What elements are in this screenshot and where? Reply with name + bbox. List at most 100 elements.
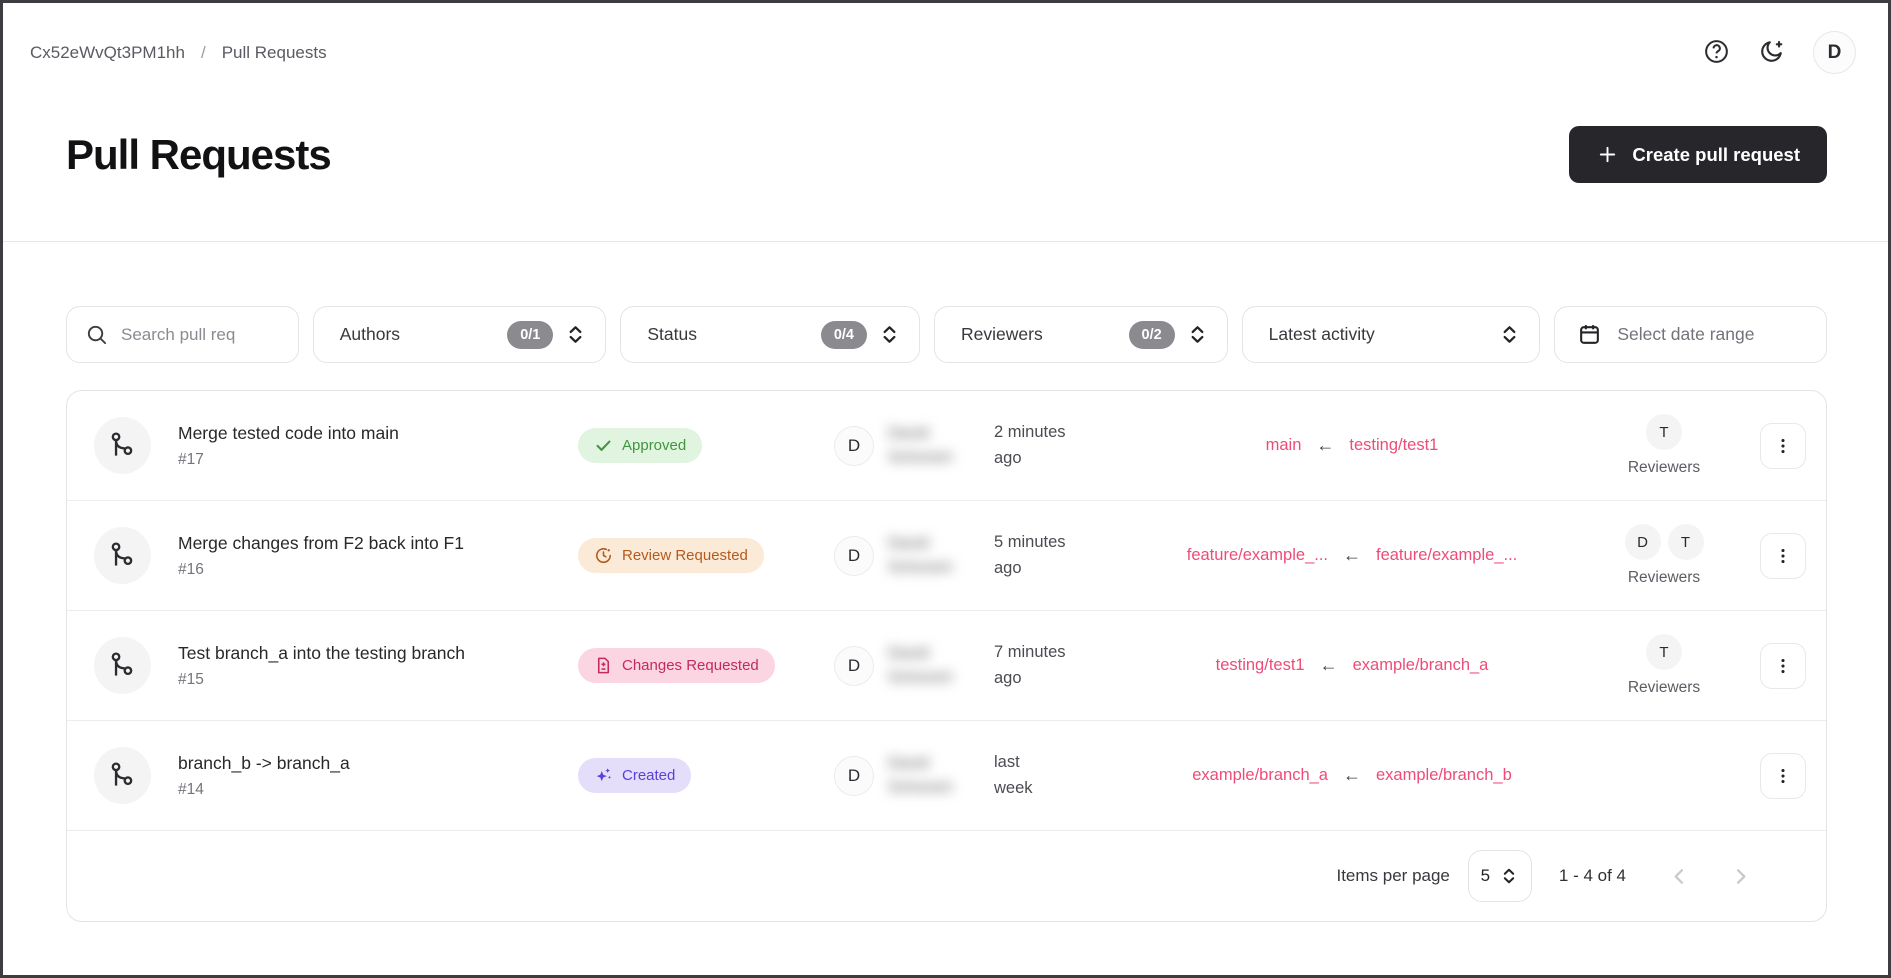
pr-status-cell: Created <box>578 758 834 793</box>
pagination-range: 1 - 4 of 4 <box>1558 866 1626 885</box>
filter-label: Reviewers <box>961 324 1043 344</box>
target-branch-link[interactable]: feature/example_... <box>1187 546 1328 565</box>
status-badge: Created <box>578 758 692 793</box>
pr-author-cell: D David Schonert <box>834 642 994 690</box>
filter-label: Latest activity <box>1268 324 1375 344</box>
git-pull-request-icon <box>107 540 138 571</box>
pr-reviewers-cell: DT Reviewers <box>1588 524 1740 587</box>
breadcrumb-repo[interactable]: Cx52eWvQt3PM1hh <box>30 43 185 63</box>
theme-toggle-button[interactable] <box>1758 38 1785 68</box>
pr-title: branch_b -> branch_a <box>178 752 350 773</box>
items-per-page-select[interactable]: 5 <box>1467 850 1532 902</box>
sort-chevrons-icon <box>1498 323 1521 346</box>
author-avatar: D <box>834 755 874 796</box>
create-pull-request-button[interactable]: Create pull request <box>1569 126 1827 183</box>
branch-arrow: ← <box>1319 655 1338 675</box>
row-menu-button[interactable] <box>1760 422 1806 469</box>
user-avatar-initial: D <box>1827 41 1842 63</box>
kebab-menu-icon <box>1772 545 1794 567</box>
branch-arrow: ← <box>1343 765 1361 785</box>
row-menu-button[interactable] <box>1760 532 1806 579</box>
pull-request-row[interactable]: Merge changes from F2 back into F1 #16 R… <box>67 501 1826 611</box>
pr-branches-cell: example/branch_a ← example/branch_b <box>1116 765 1588 786</box>
previous-page-button[interactable] <box>1668 865 1691 888</box>
reviewer-avatar: T <box>1667 524 1704 560</box>
pull-request-list: Merge tested code into main #17 Approved… <box>66 390 1827 922</box>
author-name: David Schonert <box>888 754 953 796</box>
status-icon <box>594 656 613 675</box>
pr-branches-cell: feature/example_... ← feature/example_..… <box>1116 545 1588 566</box>
kebab-menu-icon <box>1772 655 1794 677</box>
calendar-icon <box>1577 322 1602 347</box>
branch-arrow: ← <box>1316 435 1335 455</box>
pr-title-cell: Test branch_a into the testing branch #1… <box>178 643 578 689</box>
pull-request-row[interactable]: branch_b -> branch_a #14 Created D David… <box>67 721 1826 831</box>
pr-title-cell: Merge tested code into main #17 <box>178 423 578 469</box>
user-avatar[interactable]: D <box>1813 31 1856 74</box>
pr-status-cell: Approved <box>578 428 834 463</box>
pr-title-cell: branch_b -> branch_a #14 <box>178 753 578 799</box>
sort-chevrons-icon <box>878 323 901 346</box>
reviewers-label: Reviewers <box>1627 459 1701 476</box>
filter-count-badge: 0/2 <box>1128 320 1175 349</box>
target-branch-link[interactable]: example/branch_a <box>1192 766 1328 785</box>
next-page-button[interactable] <box>1729 865 1752 888</box>
breadcrumb-current: Pull Requests <box>221 42 327 62</box>
pr-status-cell: Changes Requested <box>578 648 834 683</box>
question-circle-icon <box>1703 38 1730 65</box>
filter-label: Status <box>647 324 697 344</box>
moon-icon <box>1758 38 1785 65</box>
row-menu-button[interactable] <box>1760 752 1806 799</box>
source-branch-link[interactable]: feature/example_... <box>1376 546 1517 565</box>
pull-request-icon-circle <box>94 637 151 694</box>
author-name: David Schonert <box>888 644 953 686</box>
reviewers-label: Reviewers <box>1627 569 1701 586</box>
reviewer-avatar: T <box>1646 414 1682 450</box>
sort-chevrons-icon <box>1186 323 1209 346</box>
items-per-page-value: 5 <box>1480 866 1491 885</box>
create-pull-request-label: Create pull request <box>1632 143 1800 165</box>
pull-request-icon-circle <box>94 527 151 584</box>
pull-request-icon-circle <box>94 417 151 474</box>
source-branch-link[interactable]: example/branch_a <box>1353 656 1489 675</box>
filter-latest-activity[interactable]: Latest activity <box>1241 306 1541 363</box>
author-avatar: D <box>834 535 874 576</box>
kebab-menu-icon <box>1772 435 1794 457</box>
pull-request-row[interactable]: Test branch_a into the testing branch #1… <box>67 611 1826 721</box>
pr-branches-cell: main ← testing/test1 <box>1116 435 1588 456</box>
items-per-page-label: Items per page <box>1336 866 1450 885</box>
chevron-left-icon <box>1668 865 1691 888</box>
row-menu-button[interactable] <box>1760 642 1806 689</box>
author-avatar: D <box>834 425 874 466</box>
target-branch-link[interactable]: main <box>1266 436 1302 455</box>
reviewer-avatar: D <box>1624 524 1661 560</box>
pr-number: #17 <box>178 450 204 468</box>
pr-time: 2 minutes ago <box>994 422 1066 467</box>
select-chevrons-icon <box>1499 866 1519 886</box>
kebab-menu-icon <box>1772 765 1794 787</box>
chevron-right-icon <box>1729 865 1752 888</box>
target-branch-link[interactable]: testing/test1 <box>1216 656 1305 675</box>
source-branch-link[interactable]: testing/test1 <box>1349 436 1438 455</box>
search-input[interactable] <box>121 324 280 345</box>
author-name: David Schonert <box>888 534 953 576</box>
top-bar: Cx52eWvQt3PM1hh / Pull Requests D <box>3 3 1888 74</box>
status-badge: Changes Requested <box>578 648 775 683</box>
filter-status[interactable]: Status 0/4 <box>620 306 921 363</box>
filter-label: Authors <box>339 324 401 344</box>
filter-authors[interactable]: Authors 0/1 <box>312 306 607 363</box>
status-label: Approved <box>622 437 687 454</box>
reviewers-label: Reviewers <box>1627 679 1701 696</box>
pull-request-row[interactable]: Merge tested code into main #17 Approved… <box>67 391 1826 501</box>
date-range-label: Select date range <box>1617 324 1755 344</box>
status-label: Review Requested <box>622 547 748 564</box>
git-pull-request-icon <box>107 430 138 461</box>
help-button[interactable] <box>1703 38 1730 68</box>
pr-author-cell: D David Schonert <box>834 422 994 470</box>
source-branch-link[interactable]: example/branch_b <box>1376 766 1512 785</box>
reviewer-avatars: T <box>1646 634 1682 670</box>
pr-title: Merge tested code into main <box>178 422 399 443</box>
date-range-button[interactable]: Select date range <box>1554 306 1827 363</box>
filter-reviewers[interactable]: Reviewers 0/2 <box>934 306 1228 363</box>
status-badge: Review Requested <box>578 538 764 573</box>
